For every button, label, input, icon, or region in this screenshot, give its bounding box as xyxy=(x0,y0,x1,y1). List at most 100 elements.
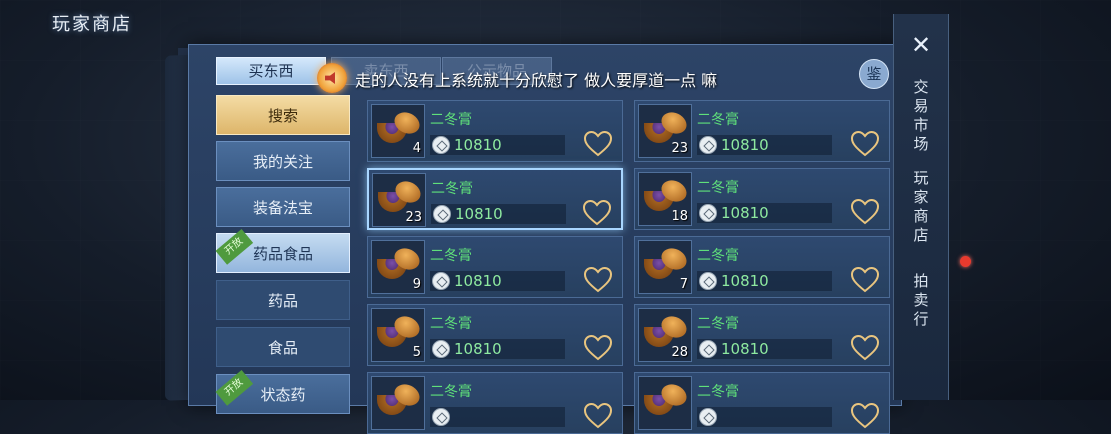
shop-item-card[interactable]: 23 二冬膏 10810 xyxy=(367,168,623,230)
item-price: 10810 xyxy=(721,272,769,290)
item-name: 二冬膏 xyxy=(430,248,472,264)
category-item[interactable]: 搜索 xyxy=(216,95,350,135)
category-item[interactable]: 药品 xyxy=(216,280,350,320)
shop-item-card[interactable]: 4 二冬膏 10810 xyxy=(367,100,623,162)
item-quantity: 23 xyxy=(405,210,422,225)
shop-item-card[interactable]: 9 二冬膏 10810 xyxy=(367,236,623,298)
category-label: 药品食品 xyxy=(252,245,313,263)
coin-icon xyxy=(699,408,717,426)
heart-icon[interactable] xyxy=(851,335,879,361)
item-quantity: 4 xyxy=(412,141,421,156)
category-label: 搜索 xyxy=(267,107,298,125)
category-badge: 开放 xyxy=(215,370,254,406)
shop-item-card[interactable]: 7 二冬膏 10810 xyxy=(634,236,890,298)
item-name: 二冬膏 xyxy=(697,316,739,332)
item-thumbnail: 18 xyxy=(638,172,692,226)
coin-icon xyxy=(432,272,450,290)
shop-item-card[interactable]: 5 二冬膏 10810 xyxy=(367,304,623,366)
announcement-marquee: 走的人没有上系统就十分欣慰了 做人要厚道一点 嘛 xyxy=(317,63,877,93)
category-label: 装备法宝 xyxy=(252,199,313,217)
item-name: 二冬膏 xyxy=(697,112,739,128)
category-item[interactable]: 状态药 开放 xyxy=(215,370,350,414)
item-quantity: 9 xyxy=(412,277,421,292)
close-icon[interactable]: ✕ xyxy=(908,32,934,58)
item-name: 二冬膏 xyxy=(430,316,472,332)
coin-icon xyxy=(432,408,450,426)
item-quantity: 18 xyxy=(671,209,688,224)
notification-dot xyxy=(960,256,971,267)
shop-panel: 买东西 卖东西 公示物品 走的人没有上系统就十分欣慰了 做人要厚道一点 嘛 鉴 … xyxy=(188,44,902,434)
item-thumbnail xyxy=(371,376,425,430)
item-price-bar: 10810 xyxy=(697,339,832,359)
page-title: 玩家商店 xyxy=(52,14,132,35)
horn-icon xyxy=(317,63,347,93)
item-price: 10810 xyxy=(454,136,502,154)
item-quantity: 23 xyxy=(671,141,688,156)
category-label: 我的关注 xyxy=(252,153,313,171)
item-price-bar: 10810 xyxy=(430,135,565,155)
category-label: 药品 xyxy=(267,292,298,310)
shop-item-card[interactable]: 28 二冬膏 10810 xyxy=(634,304,890,366)
announcement-text: 走的人没有上系统就十分欣慰了 做人要厚道一点 嘛 xyxy=(355,71,718,90)
coin-icon xyxy=(432,340,450,358)
item-price: 10810 xyxy=(454,272,502,290)
item-quantity: 28 xyxy=(671,345,688,360)
coin-icon xyxy=(699,340,717,358)
category-item[interactable]: 药品食品 开放 xyxy=(215,229,350,273)
heart-icon[interactable] xyxy=(851,403,879,429)
item-price-bar: 10810 xyxy=(430,271,565,291)
item-name: 二冬膏 xyxy=(431,181,473,197)
heart-icon[interactable] xyxy=(584,131,612,157)
category-label: 食品 xyxy=(267,339,298,357)
category-item[interactable]: 食品 xyxy=(216,327,350,367)
heart-icon[interactable] xyxy=(851,131,879,157)
shop-item-card[interactable]: 二冬膏 xyxy=(634,372,890,434)
item-thumbnail: 23 xyxy=(372,173,426,227)
heart-icon[interactable] xyxy=(583,200,611,226)
item-price: 10810 xyxy=(721,204,769,222)
category-item[interactable]: 装备法宝 xyxy=(216,187,350,227)
heart-icon[interactable] xyxy=(584,403,612,429)
shop-item-card[interactable]: 23 二冬膏 10810 xyxy=(634,100,890,162)
item-price: 10810 xyxy=(721,136,769,154)
item-thumbnail xyxy=(638,376,692,430)
item-thumbnail: 28 xyxy=(638,308,692,362)
item-name: 二冬膏 xyxy=(697,180,739,196)
category-item[interactable]: 我的关注 xyxy=(216,141,350,181)
side-menu-trade-market[interactable]: 交易市场 xyxy=(912,78,930,154)
item-price-bar: 10810 xyxy=(431,204,566,224)
side-menu: ✕ 交易市场 玩家商店 拍卖行 xyxy=(893,14,949,400)
item-price-bar: 10810 xyxy=(697,203,832,223)
item-price-bar: 10810 xyxy=(697,135,832,155)
appraise-button[interactable]: 鉴 xyxy=(859,59,889,89)
item-thumbnail: 7 xyxy=(638,240,692,294)
item-name: 二冬膏 xyxy=(697,248,739,264)
item-price: 10810 xyxy=(455,205,503,223)
category-label: 状态药 xyxy=(260,386,306,404)
item-price-bar xyxy=(430,407,565,427)
item-name: 二冬膏 xyxy=(430,112,472,128)
item-quantity: 7 xyxy=(679,277,688,292)
heart-icon[interactable] xyxy=(584,267,612,293)
heart-icon[interactable] xyxy=(851,267,879,293)
item-name: 二冬膏 xyxy=(430,384,472,400)
coin-icon xyxy=(699,204,717,222)
item-thumbnail: 9 xyxy=(371,240,425,294)
shop-item-card[interactable]: 二冬膏 xyxy=(367,372,623,434)
heart-icon[interactable] xyxy=(584,335,612,361)
coin-icon xyxy=(699,136,717,154)
category-badge: 开放 xyxy=(215,229,254,265)
heart-icon[interactable] xyxy=(851,199,879,225)
item-price-bar: 10810 xyxy=(697,271,832,291)
item-price: 10810 xyxy=(454,340,502,358)
item-thumbnail: 5 xyxy=(371,308,425,362)
item-price-bar: 10810 xyxy=(430,339,565,359)
tab-buy[interactable]: 买东西 xyxy=(216,57,326,85)
item-price-bar xyxy=(697,407,832,427)
side-menu-player-shop[interactable]: 玩家商店 xyxy=(912,169,930,245)
item-thumbnail: 23 xyxy=(638,104,692,158)
shop-item-card[interactable]: 18 二冬膏 10810 xyxy=(634,168,890,230)
coin-icon xyxy=(433,205,451,223)
coin-icon xyxy=(699,272,717,290)
side-menu-auction[interactable]: 拍卖行 xyxy=(912,272,930,329)
